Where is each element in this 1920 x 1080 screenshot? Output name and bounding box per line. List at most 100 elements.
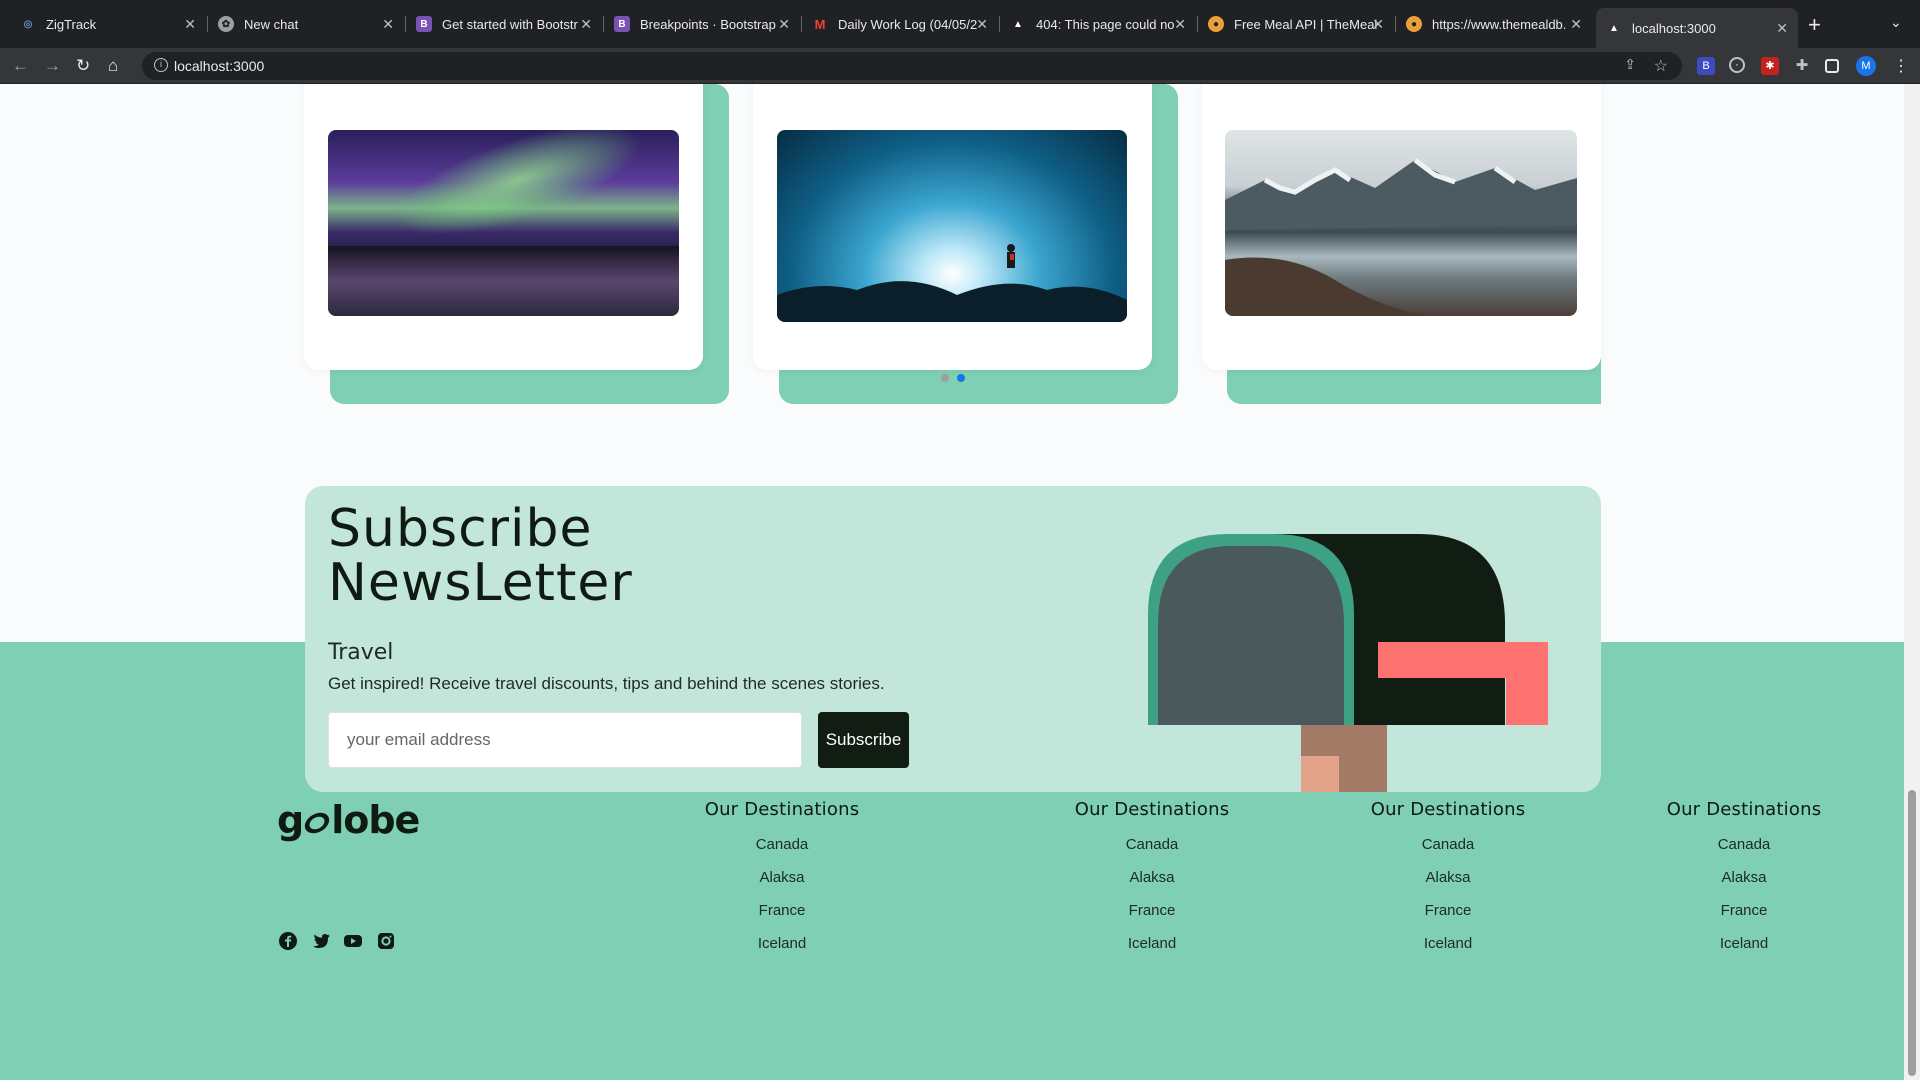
browser-tab[interactable]: ● Free Meal API | TheMeal ✕ [1198,8,1394,40]
column-heading: Our Destinations [1074,799,1230,820]
footer-link[interactable]: France [1052,894,1252,927]
footer-column: Our Destinations Canada Alaksa France Ic… [1052,799,1252,960]
footer-link[interactable]: Iceland [682,927,882,960]
tab-title: New chat [244,16,299,32]
email-input[interactable] [328,712,802,768]
newsletter-subtitle: Travel [328,640,394,665]
footer-link[interactable]: France [1348,894,1548,927]
footer-column: Our Destinations Canada Alaksa France Ic… [682,799,882,960]
bookmark-star-icon[interactable]: ☆ [1654,56,1668,76]
subscribe-button[interactable]: Subscribe [818,712,909,768]
footer-link[interactable]: Alaksa [682,861,882,894]
mountain-range-icon [1225,158,1577,316]
newsletter-description: Get inspired! Receive travel discounts, … [328,674,885,693]
extension-icon[interactable]: B [1697,57,1715,75]
destination-card[interactable] [304,84,703,370]
newsletter-panel: Subscribe NewsLetter Travel Get inspired… [305,486,1601,792]
puzzle-icon[interactable]: ✚ [1793,57,1811,75]
close-icon[interactable]: ✕ [1372,16,1384,33]
url-text: localhost:3000 [174,58,265,74]
carousel-dot[interactable] [941,374,949,382]
extension-icon[interactable]: · [1729,57,1745,73]
footer-column: Our Destinations Canada Alaksa France Ic… [1348,799,1548,960]
plane-icon [301,808,334,838]
footer-link[interactable]: Iceland [1348,927,1548,960]
close-icon[interactable]: ✕ [382,16,394,33]
footer-link[interactable]: Alaksa [1644,861,1844,894]
destination-card[interactable] [1202,84,1601,370]
browser-tab[interactable]: ● https://www.themealdb. ✕ [1396,8,1592,40]
instagram-icon[interactable] [376,931,396,951]
chatgpt-icon: ✿ [218,16,234,32]
column-heading: Our Destinations [1666,799,1822,820]
footer-link[interactable]: France [682,894,882,927]
carousel-dot-active[interactable] [957,374,965,382]
footer-link[interactable]: France [1644,894,1844,927]
vercel-icon: ▲ [1013,18,1023,30]
close-icon[interactable]: ✕ [184,16,196,33]
footer-link[interactable]: Canada [1644,828,1844,861]
ice-cave-photo [777,130,1127,322]
logo-letter: g [277,798,304,842]
tab-search-icon[interactable]: ⌄ [1890,14,1902,31]
tab-title: ZigTrack [46,16,97,32]
footer-link[interactable]: Alaksa [1348,861,1548,894]
aurora-photo [328,130,679,316]
browser-tab-active[interactable]: ▲ localhost:3000 ✕ [1596,8,1798,48]
twitter-icon[interactable] [311,931,331,951]
footer-link[interactable]: Iceland [1052,927,1252,960]
facebook-icon[interactable] [278,931,298,951]
browser-tab[interactable]: B Get started with Bootstr ✕ [406,8,602,40]
footer-link[interactable]: Canada [1052,828,1252,861]
bootstrap-icon: B [614,16,630,32]
menu-icon[interactable]: ⋮ [1893,56,1909,76]
page-scrollbar[interactable] [1904,84,1920,1080]
close-icon[interactable]: ✕ [976,16,988,33]
footer-link[interactable]: Canada [1348,828,1548,861]
page-viewport: Subscribe NewsLetter Travel Get inspired… [0,84,1904,1080]
title-line: Subscribe [328,499,593,559]
forward-icon[interactable]: → [44,56,61,76]
footer-column: Our Destinations Canada Alaksa France Ic… [1644,799,1844,960]
close-icon[interactable]: ✕ [580,16,592,33]
mailbox-illustration [1148,534,1548,792]
site-info-icon[interactable]: i [154,58,168,72]
tab-title: Breakpoints · Bootstrap [640,16,776,32]
close-icon[interactable]: ✕ [1174,16,1186,33]
close-icon[interactable]: ✕ [1570,16,1582,33]
youtube-icon[interactable] [343,931,363,951]
newsletter-title: Subscribe NewsLetter [328,502,633,610]
new-tab-button[interactable]: + [1808,12,1821,38]
browser-tab[interactable]: ✿ New chat ✕ [208,8,404,40]
gmail-icon: M [814,16,826,32]
zigtrack-icon: ◎ [23,18,33,30]
destination-card[interactable] [753,84,1152,370]
tab-title: Get started with Bootstr [442,16,578,32]
close-icon[interactable]: ✕ [778,16,790,33]
back-icon[interactable]: ← [12,56,29,76]
golobe-logo[interactable]: g lobe [277,798,420,842]
tab-title: Daily Work Log (04/05/2 [838,16,978,32]
browser-tab[interactable]: ◎ ZigTrack ✕ [10,8,206,40]
browser-tab[interactable]: B Breakpoints · Bootstrap ✕ [604,8,800,40]
footer-link[interactable]: Canada [682,828,882,861]
reload-icon[interactable]: ↻ [76,56,90,76]
explorer-silhouette-icon [777,244,1127,322]
close-icon[interactable]: ✕ [1776,20,1788,37]
share-icon[interactable]: ⇪ [1624,56,1636,73]
browser-tab[interactable]: ▲ 404: This page could no ✕ [1000,8,1196,40]
footer-link[interactable]: Alaksa [1052,861,1252,894]
tab-title: localhost:3000 [1632,20,1716,36]
scrollbar-thumb[interactable] [1908,790,1916,1076]
side-panel-icon[interactable] [1825,59,1839,73]
mealdb-icon: ● [1208,16,1224,32]
home-icon[interactable]: ⌂ [108,56,118,76]
footer-link[interactable]: Iceland [1644,927,1844,960]
extension-icon[interactable]: ✱ [1761,57,1779,75]
address-bar[interactable]: i localhost:3000 ⇪ ☆ [142,52,1682,80]
tab-title: https://www.themealdb. [1432,16,1567,32]
title-line: NewsLetter [328,553,633,613]
browser-tab[interactable]: M Daily Work Log (04/05/2 ✕ [802,8,998,40]
vercel-icon: ▲ [1609,22,1619,34]
avatar[interactable]: M [1856,56,1876,76]
